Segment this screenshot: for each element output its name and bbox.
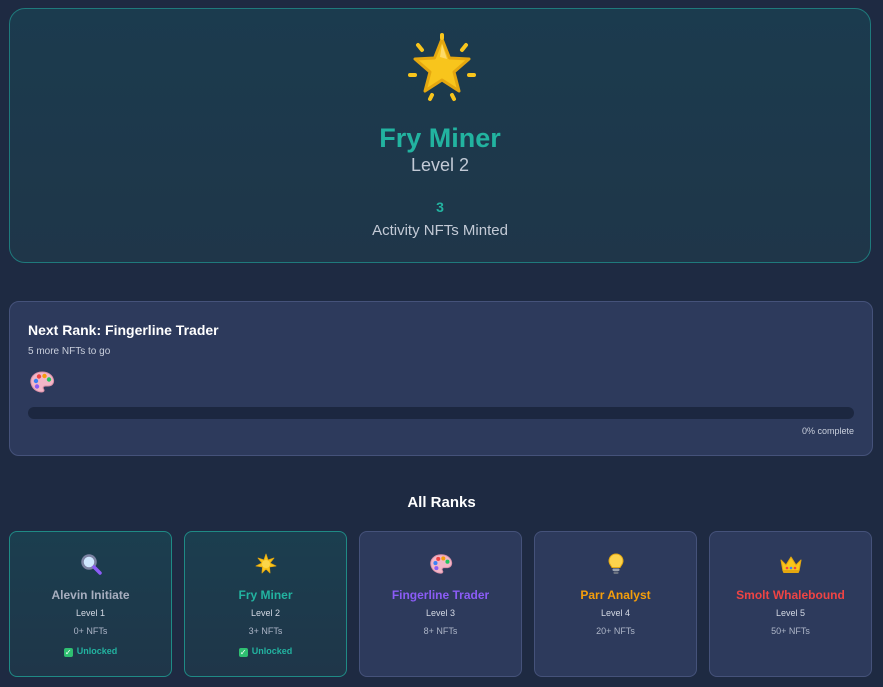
rank-name: Smolt Whalebound bbox=[736, 588, 845, 602]
next-rank-card: Next Rank: Fingerline Trader 5 more NFTs… bbox=[9, 301, 873, 456]
rank-status: ✓ Unlocked bbox=[185, 646, 346, 657]
rank-requirement: 8+ NFTs bbox=[423, 626, 458, 636]
star-icon bbox=[408, 33, 476, 101]
rank-level: Level 1 bbox=[75, 608, 106, 618]
lightbulb-icon bbox=[608, 553, 624, 574]
current-rank-card: Fry Miner Level 2 3 Activity NFTs Minted bbox=[9, 8, 871, 263]
current-rank-name: Fry Miner bbox=[379, 123, 501, 153]
rank-name: Alevin Initiate bbox=[51, 588, 130, 602]
nft-count-label: Activity NFTs Minted bbox=[372, 222, 508, 239]
rank-name: Fingerline Trader bbox=[391, 588, 490, 602]
next-rank-subtitle: 5 more NFTs to go bbox=[28, 346, 111, 357]
rank-card-fry-miner[interactable]: Fry Miner Level 2 3+ NFTs ✓ Unlocked bbox=[184, 531, 347, 677]
nft-count: 3 bbox=[436, 199, 444, 215]
rank-name: Fry Miner bbox=[238, 588, 293, 602]
progress-text: 0% complete bbox=[801, 426, 854, 436]
rank-level: Level 5 bbox=[775, 608, 806, 618]
rank-status: ✓ Unlocked bbox=[10, 646, 171, 657]
rank-level: Level 2 bbox=[250, 608, 281, 618]
rank-status-label: Unlocked bbox=[251, 646, 293, 656]
current-rank-level: Level 2 bbox=[410, 155, 470, 175]
palette-icon bbox=[30, 371, 55, 393]
crown-icon bbox=[780, 556, 802, 573]
next-rank-title: Next Rank: Fingerline Trader bbox=[28, 322, 219, 338]
rank-requirement: 50+ NFTs bbox=[771, 626, 810, 636]
check-icon: ✓ bbox=[63, 648, 73, 657]
rank-requirement: 20+ NFTs bbox=[596, 626, 635, 636]
rank-card-smolt-whalebound[interactable]: Smolt Whalebound Level 5 50+ NFTs bbox=[709, 531, 872, 677]
rank-level: Level 4 bbox=[600, 608, 631, 618]
rank-requirement: 3+ NFTs bbox=[248, 626, 283, 636]
rank-name: Parr Analyst bbox=[580, 588, 651, 602]
magnifier-icon bbox=[81, 554, 102, 575]
rank-status-label: Unlocked bbox=[76, 646, 118, 656]
progress-bar bbox=[28, 407, 854, 419]
rank-requirement: 0+ NFTs bbox=[73, 626, 108, 636]
check-icon: ✓ bbox=[238, 648, 248, 657]
rank-level: Level 3 bbox=[425, 608, 456, 618]
sparkle-sun-icon bbox=[255, 553, 277, 574]
rank-card-fingerline-trader[interactable]: Fingerline Trader Level 3 8+ NFTs bbox=[359, 531, 522, 677]
all-ranks-heading: All Ranks bbox=[407, 494, 476, 511]
palette-icon bbox=[430, 554, 453, 574]
rank-card-alevin-initiate[interactable]: Alevin Initiate Level 1 0+ NFTs ✓ Unlocke… bbox=[9, 531, 172, 677]
rank-card-parr-analyst[interactable]: Parr Analyst Level 4 20+ NFTs bbox=[534, 531, 697, 677]
